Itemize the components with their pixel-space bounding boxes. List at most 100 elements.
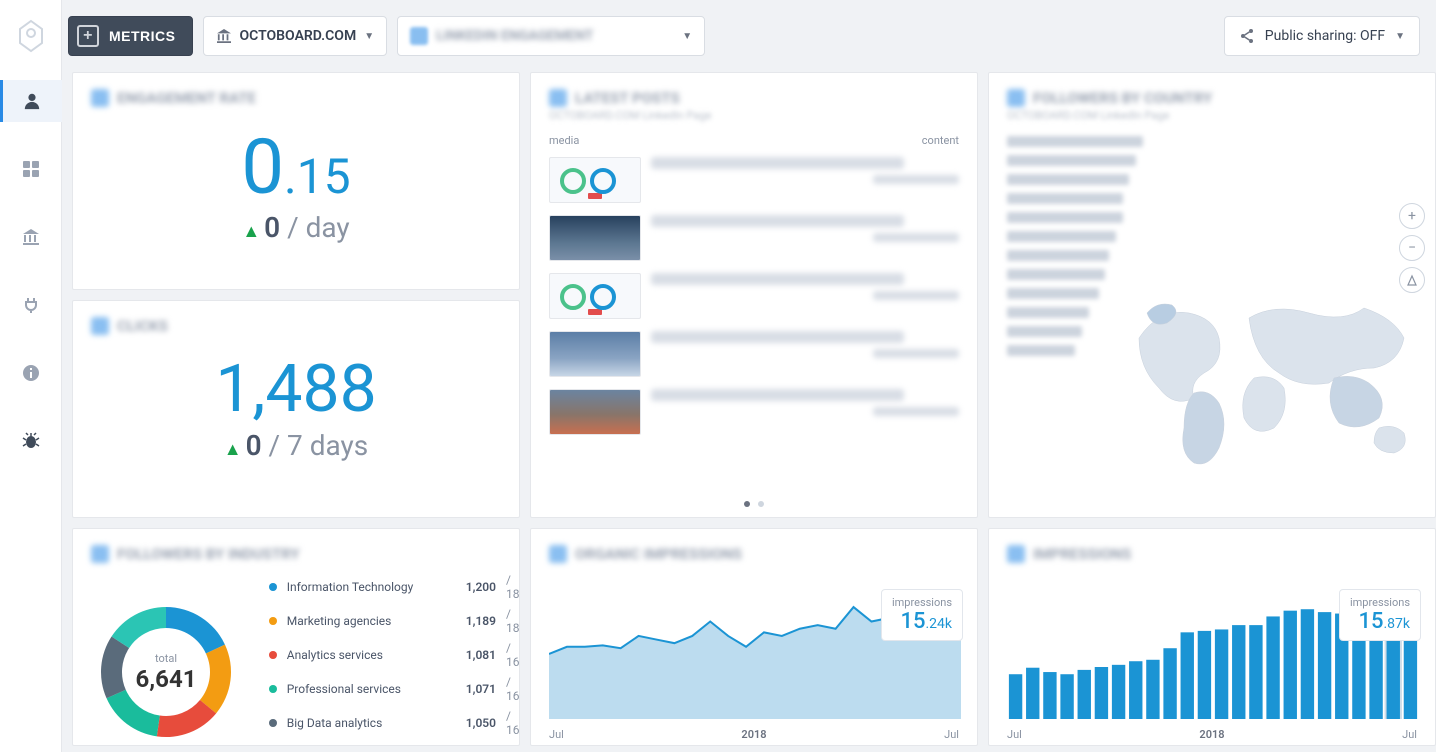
country-row bbox=[1007, 250, 1109, 261]
country-row bbox=[1007, 212, 1123, 223]
legend-row: Big Data analytics1,050 / 16% bbox=[269, 709, 520, 737]
country-bar-list bbox=[1007, 136, 1143, 356]
sidebar bbox=[0, 0, 62, 752]
dashboard-grid: ENGAGEMENT RATE 0.15 ▲0 / day LATEST POS… bbox=[72, 72, 1426, 752]
org-label: OCTOBOARD.COM bbox=[240, 28, 357, 44]
xlabel: Jul bbox=[549, 728, 564, 741]
country-row bbox=[1007, 326, 1082, 337]
page-dot[interactable] bbox=[744, 501, 750, 507]
post-row[interactable] bbox=[549, 325, 959, 383]
donut-chart: total6,641 bbox=[91, 597, 241, 746]
post-thumbnail bbox=[549, 215, 641, 261]
grid-icon bbox=[20, 158, 42, 180]
linkedin-icon bbox=[549, 545, 567, 563]
metric-period: / 7 days bbox=[269, 429, 369, 462]
country-row bbox=[1007, 155, 1136, 166]
metric-int: 0 bbox=[241, 122, 284, 212]
user-icon bbox=[21, 90, 43, 112]
post-thumbnail bbox=[549, 157, 641, 203]
chart-value-pill: impressions 15.24k bbox=[881, 589, 963, 641]
post-thumbnail bbox=[549, 331, 641, 377]
pill-dec: .24k bbox=[925, 616, 952, 632]
legend-row: Analytics services1,081 / 16% bbox=[269, 641, 520, 669]
metrics-label: METRICS bbox=[109, 28, 176, 44]
country-row bbox=[1007, 345, 1075, 356]
donut-center-value: 6,641 bbox=[136, 665, 197, 693]
share-icon bbox=[1239, 28, 1255, 44]
pagination-dots[interactable] bbox=[531, 501, 977, 507]
country-row bbox=[1007, 193, 1123, 204]
info-icon bbox=[20, 362, 42, 384]
donut-legend: Information Technology1,200 / 18% Marketi… bbox=[269, 573, 520, 746]
nav-dashboard[interactable] bbox=[0, 148, 62, 190]
card-clicks: CLICKS 1,488 ▲0 / 7 days bbox=[72, 300, 520, 518]
metric-int: 1,488 bbox=[215, 351, 376, 428]
country-row bbox=[1007, 269, 1105, 280]
card-title: LATEST POSTS bbox=[575, 89, 680, 107]
pill-dec: .87k bbox=[1383, 616, 1410, 632]
metric-delta: 0 bbox=[246, 429, 262, 462]
card-title: ENGAGEMENT RATE bbox=[117, 89, 256, 107]
linkedin-icon bbox=[91, 545, 109, 563]
xlabel: Jul bbox=[1007, 728, 1022, 741]
world-map[interactable] bbox=[1129, 283, 1429, 473]
card-title: FOLLOWERS BY COUNTRY bbox=[1033, 89, 1212, 107]
linkedin-icon bbox=[91, 89, 109, 107]
dashboard-label: LINKEDIN ENGAGEMENT bbox=[436, 28, 593, 44]
nav-account[interactable] bbox=[0, 80, 62, 122]
source-icon bbox=[410, 27, 428, 45]
legend-row: Marketing agencies1,189 / 18% bbox=[269, 607, 520, 635]
card-engagement-rate: ENGAGEMENT RATE 0.15 ▲0 / day bbox=[72, 72, 520, 290]
post-row[interactable] bbox=[549, 209, 959, 267]
card-impressions: IMPRESSIONS impressions 15.87k Jul2018Ju… bbox=[988, 528, 1436, 746]
public-sharing-toggle[interactable]: Public sharing: OFF ▼ bbox=[1224, 16, 1420, 56]
xlabel: 2018 bbox=[1199, 728, 1224, 741]
post-row[interactable] bbox=[549, 267, 959, 325]
nav-integrations[interactable] bbox=[0, 284, 62, 326]
plus-icon: + bbox=[77, 25, 99, 47]
bug-icon bbox=[20, 430, 42, 452]
card-latest-posts: LATEST POSTS OCTOBOARD.COM LinkedIn Page… bbox=[530, 72, 978, 518]
post-row[interactable] bbox=[549, 383, 959, 441]
post-row[interactable] bbox=[549, 151, 959, 209]
xlabel: Jul bbox=[944, 728, 959, 741]
zoom-in-button[interactable]: + bbox=[1399, 203, 1425, 229]
trend-up-icon: ▲ bbox=[224, 439, 242, 460]
linkedin-icon bbox=[549, 89, 567, 107]
plug-icon bbox=[20, 294, 42, 316]
card-title: FOLLOWERS BY INDUSTRY bbox=[117, 545, 300, 563]
donut-center-label: total bbox=[155, 652, 177, 665]
country-row bbox=[1007, 288, 1099, 299]
card-title: IMPRESSIONS bbox=[1033, 545, 1131, 563]
xlabel: 2018 bbox=[741, 728, 766, 741]
nav-info[interactable] bbox=[0, 352, 62, 394]
org-dropdown[interactable]: OCTOBOARD.COM ▼ bbox=[203, 16, 388, 56]
country-row bbox=[1007, 231, 1116, 242]
chart-value-pill: impressions 15.87k bbox=[1339, 589, 1421, 641]
bank-icon bbox=[20, 226, 42, 248]
legend-row: Information Technology1,200 / 18% bbox=[269, 573, 520, 601]
post-content bbox=[651, 389, 959, 435]
metric-period: / day bbox=[287, 211, 350, 244]
chevron-down-icon: ▼ bbox=[364, 31, 374, 42]
chevron-down-icon: ▼ bbox=[1395, 31, 1405, 42]
post-thumbnail bbox=[549, 389, 641, 435]
card-followers-industry: FOLLOWERS BY INDUSTRY total6,641 Informa… bbox=[72, 528, 520, 746]
metric-delta: 0 bbox=[264, 211, 280, 244]
trend-up-icon: ▲ bbox=[242, 221, 260, 242]
card-followers-country: FOLLOWERS BY COUNTRY OCTOBOARD.COM Linke… bbox=[988, 72, 1436, 518]
dashboard-dropdown[interactable]: LINKEDIN ENGAGEMENT ▼ bbox=[397, 16, 705, 56]
col-content: content bbox=[922, 134, 959, 147]
page-dot[interactable] bbox=[758, 501, 764, 507]
post-thumbnail bbox=[549, 273, 641, 319]
card-subtitle: OCTOBOARD.COM LinkedIn Page bbox=[1007, 109, 1417, 122]
add-metrics-button[interactable]: + METRICS bbox=[68, 16, 193, 56]
linkedin-icon bbox=[91, 317, 109, 335]
nav-org[interactable] bbox=[0, 216, 62, 258]
brand-logo bbox=[0, 0, 61, 72]
zoom-out-button[interactable]: − bbox=[1399, 235, 1425, 261]
post-content bbox=[651, 331, 959, 377]
legend-row: Professional services1,071 / 16% bbox=[269, 675, 520, 703]
nav-debug[interactable] bbox=[0, 420, 62, 462]
pill-int: 15 bbox=[1358, 609, 1383, 634]
